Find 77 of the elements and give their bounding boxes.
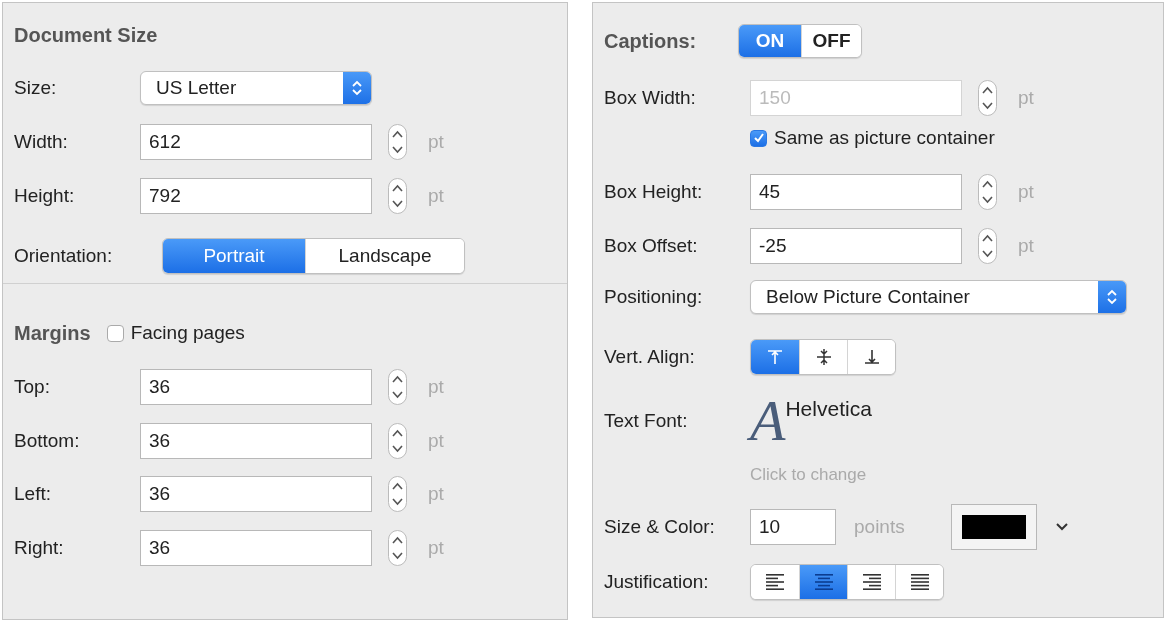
stepper-icon[interactable] <box>978 80 997 116</box>
checkbox-label: Facing pages <box>130 322 245 344</box>
captions-label: Captions: <box>604 29 698 53</box>
align-right-icon <box>862 573 881 591</box>
checkbox-label: Same as picture container <box>774 127 995 149</box>
field-label: Box Offset: <box>604 235 699 257</box>
align-center-icon <box>814 573 833 591</box>
orientation-segment[interactable]: Portrait <box>163 239 305 273</box>
number-field[interactable]: 36 <box>140 476 372 513</box>
justification-segment[interactable] <box>847 565 895 599</box>
field-label: Height: <box>14 185 76 207</box>
stepper-icon[interactable] <box>978 228 997 264</box>
field-label: Right: <box>14 537 65 560</box>
number-field[interactable]: 612 <box>140 124 372 160</box>
field-label: Size & Color: <box>604 516 716 538</box>
stepper-icon[interactable] <box>388 124 407 160</box>
toggle-segment[interactable]: ON <box>739 25 801 57</box>
unit-label: pt <box>428 131 444 153</box>
positioning-dropdown[interactable]: Below Picture Container <box>750 280 1127 314</box>
number-field[interactable]: -25 <box>750 228 962 264</box>
vert-align-segment[interactable] <box>751 340 799 374</box>
chevron-down-icon[interactable] <box>1054 522 1069 532</box>
field-label: Text Font: <box>604 410 689 432</box>
unit-label: pt <box>428 376 444 398</box>
align-top-icon <box>767 349 783 365</box>
field-label: Top: <box>14 376 51 398</box>
number-field[interactable]: 36 <box>140 530 372 567</box>
field-label: Justification: <box>604 571 710 593</box>
field-label: Orientation: <box>14 245 114 267</box>
align-justify-icon <box>910 573 929 591</box>
stepper-icon[interactable] <box>978 174 997 210</box>
unit-label: points <box>854 516 905 538</box>
field-label: Box Height: <box>604 181 704 203</box>
number-field[interactable]: 36 <box>140 369 372 405</box>
align-bottom-icon <box>863 349 880 365</box>
size-dropdown[interactable]: US Letter <box>140 71 372 105</box>
unit-label: pt <box>1018 181 1034 203</box>
section-title: Margins <box>14 321 91 345</box>
color-well[interactable] <box>950 504 1037 550</box>
unit-label: pt <box>428 429 444 452</box>
field-label: Box Width: <box>604 87 697 109</box>
section-title: Document Size <box>14 22 159 48</box>
unit-label: pt <box>428 537 444 560</box>
number-field[interactable]: 10 <box>750 509 836 545</box>
chevron-updown-icon <box>351 79 363 97</box>
vert-align-segment[interactable] <box>799 340 847 374</box>
field-label: Width: <box>14 131 69 153</box>
field-label: Vert. Align: <box>604 346 696 368</box>
justification-segment[interactable] <box>751 565 799 599</box>
justification-segment[interactable] <box>895 565 943 599</box>
stepper-icon[interactable] <box>388 422 407 459</box>
unit-label: pt <box>1018 87 1034 109</box>
unit-label: pt <box>428 483 444 506</box>
chevron-updown-icon <box>1106 288 1118 306</box>
number-field[interactable]: 792 <box>140 178 372 214</box>
field-label: Positioning: <box>604 286 704 308</box>
align-middle-icon <box>815 348 832 366</box>
unit-label: pt <box>1018 235 1034 257</box>
field-label: Left: <box>14 483 52 506</box>
hint-text: Click to change <box>750 465 867 485</box>
stepper-icon[interactable] <box>388 476 407 513</box>
checkbox[interactable] <box>750 129 767 147</box>
unit-label: pt <box>428 185 444 207</box>
checkbox[interactable] <box>106 324 124 342</box>
stepper-icon[interactable] <box>388 369 407 405</box>
justification-segment[interactable] <box>799 565 847 599</box>
align-left-icon <box>766 573 784 591</box>
stepper-icon[interactable] <box>388 178 407 214</box>
number-field[interactable]: 36 <box>140 422 372 459</box>
vert-align-segment[interactable] <box>847 340 895 374</box>
toggle-segment[interactable]: OFF <box>801 25 861 57</box>
field-label: Size: <box>14 77 58 99</box>
font-name: Helvetica <box>785 397 872 420</box>
orientation-segment[interactable]: Landscape <box>305 239 464 273</box>
number-field[interactable]: 45 <box>750 174 962 210</box>
field-label: Bottom: <box>14 429 81 452</box>
stepper-icon[interactable] <box>388 530 407 567</box>
